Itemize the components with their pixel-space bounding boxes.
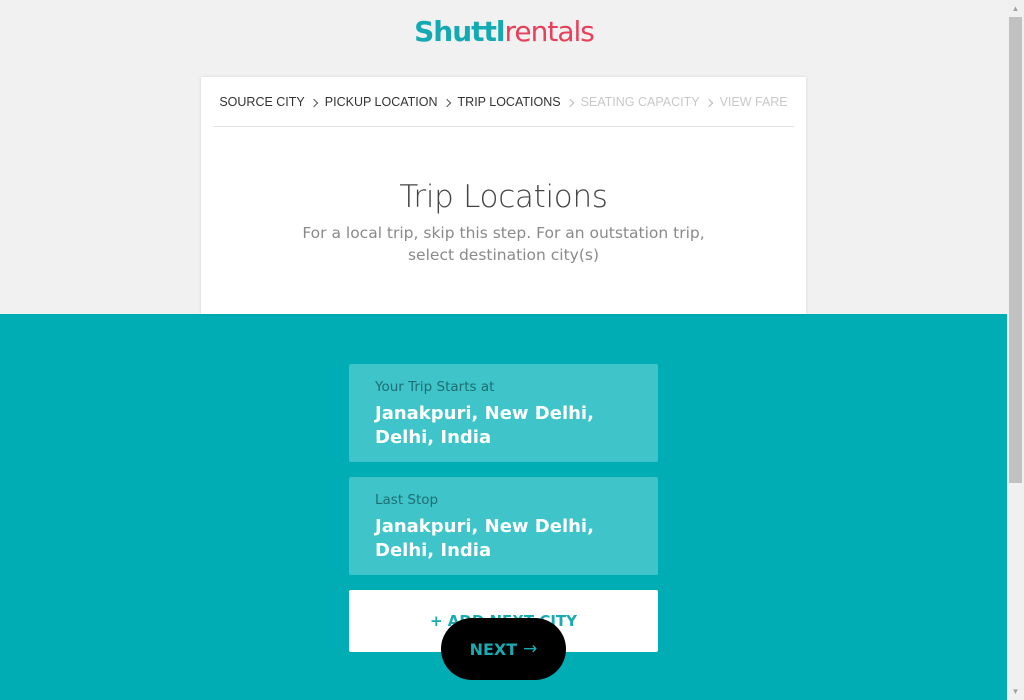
shuttl-rentals-logo[interactable]: Shuttlrentals	[0, 14, 1008, 50]
scrollbar-thumb[interactable]	[1009, 17, 1022, 483]
chevron-right-icon	[704, 98, 713, 107]
last-stop-field[interactable]: Last Stop Janakpuri, New Delhi, Delhi, I…	[349, 477, 658, 575]
trip-start-value: Janakpuri, New Delhi, Delhi, India	[375, 403, 594, 448]
page-title: Trip Locations	[399, 179, 608, 215]
logo-part-shuttl: Shuttl	[414, 15, 505, 48]
breadcrumb-view-fare: VIEW FARE	[719, 94, 788, 109]
chevron-right-icon	[442, 98, 451, 107]
trip-start-label: Your Trip Starts at	[375, 379, 495, 395]
breadcrumb-pickup-location[interactable]: PICKUP LOCATION	[325, 95, 438, 109]
page-subtitle: For a local trip, skip this step. For an…	[302, 224, 705, 264]
last-stop-value: Janakpuri, New Delhi, Delhi, India	[375, 516, 594, 561]
breadcrumb: SOURCE CITY PICKUP LOCATION TRIP LOCATIO…	[213, 77, 794, 127]
page: Shuttlrentals SOURCE CITY PICKUP LOCATIO…	[0, 0, 1024, 700]
chevron-right-icon	[309, 98, 319, 107]
chevron-right-icon	[565, 98, 574, 107]
breadcrumb-seating-capacity: SEATING CAPACITY	[580, 94, 700, 109]
scroll-down-icon[interactable]: ▼	[1007, 683, 1024, 700]
logo-part-rentals: rentals	[504, 15, 595, 48]
last-stop-label: Last Stop	[375, 492, 439, 508]
breadcrumb-trip-locations[interactable]: TRIP LOCATIONS	[458, 95, 561, 109]
vertical-scrollbar[interactable]: ▲ ▼	[1007, 0, 1024, 700]
breadcrumb-source-city[interactable]: SOURCE CITY	[219, 95, 304, 109]
scroll-up-icon[interactable]: ▲	[1007, 0, 1024, 17]
step-card: SOURCE CITY PICKUP LOCATION TRIP LOCATIO…	[201, 77, 806, 314]
next-button[interactable]: NEXT →	[441, 618, 566, 680]
next-label: NEXT	[469, 639, 518, 659]
trip-start-field[interactable]: Your Trip Starts at Janakpuri, New Delhi…	[349, 364, 658, 462]
arrow-right-icon: →	[523, 639, 538, 659]
